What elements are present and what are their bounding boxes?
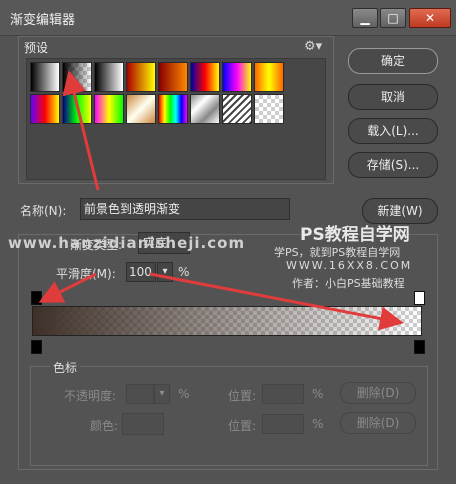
- arrow-to-right-end: [149, 272, 404, 331]
- annotation-arrows: [38, 70, 404, 331]
- arrow-to-preset: [62, 70, 100, 191]
- arrow-to-left-stop: [38, 272, 97, 303]
